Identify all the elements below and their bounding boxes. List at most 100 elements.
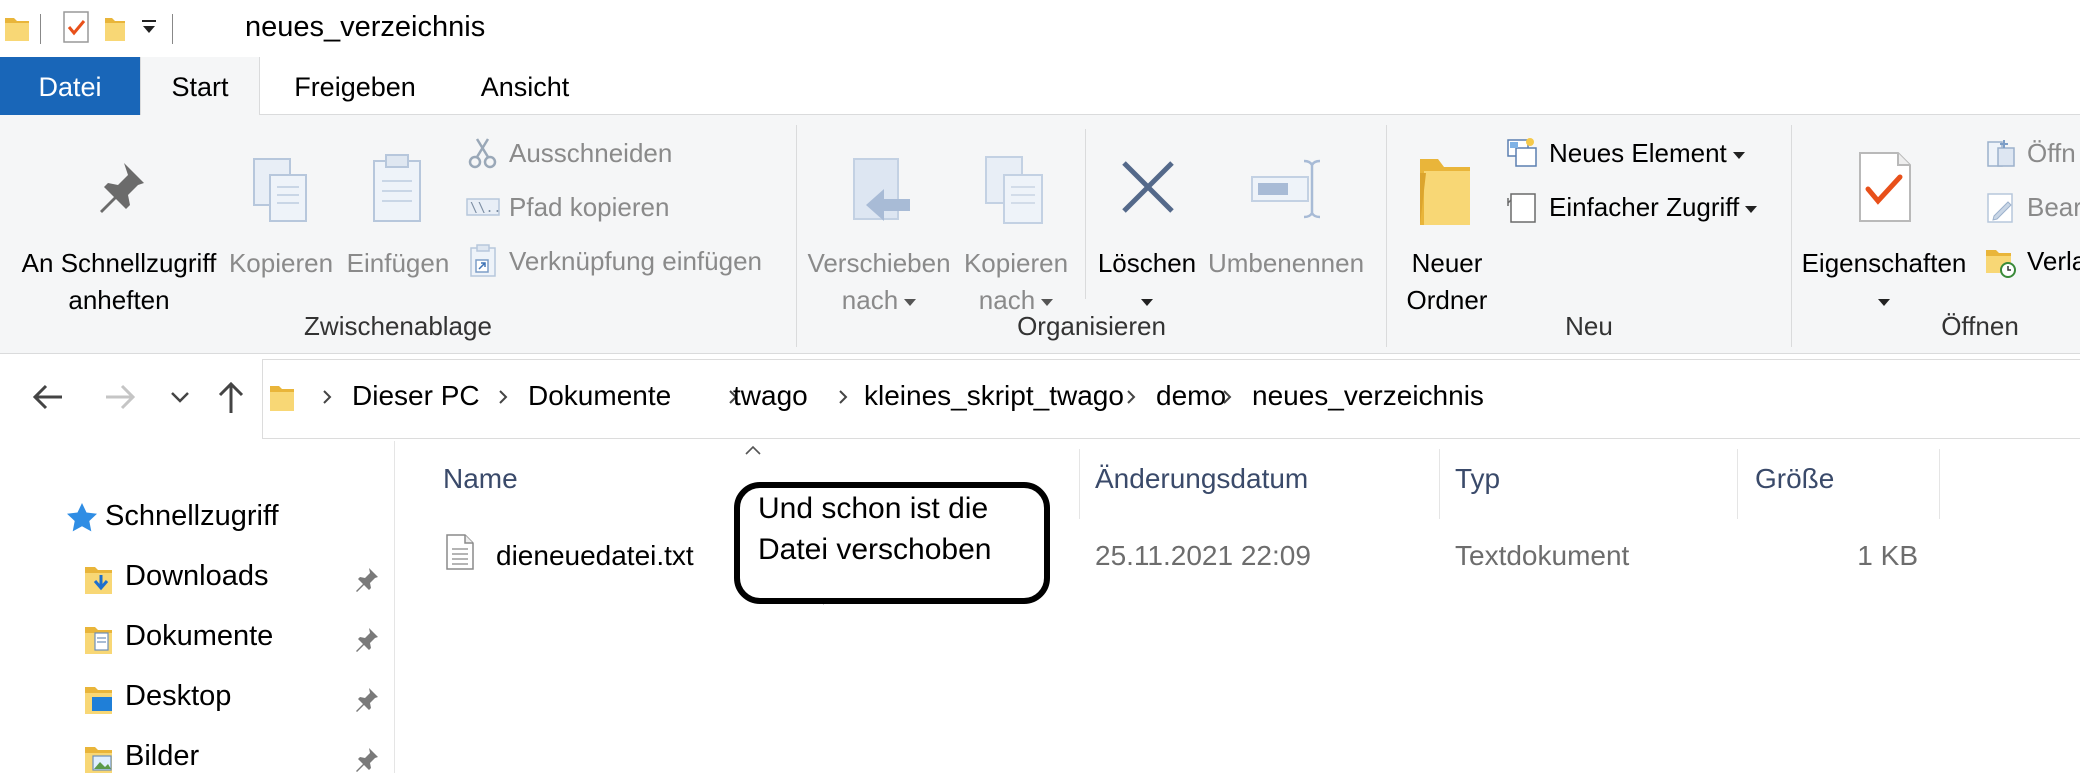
downloads-folder-icon	[85, 567, 112, 594]
delete-label: Löschen	[1097, 248, 1197, 278]
chevron-down-icon	[1732, 151, 1745, 159]
breadcrumb-documents[interactable]: Dokumente	[528, 380, 671, 412]
navigation-pane: Schnellzugriff Downloads Dokumente Deskt…	[0, 441, 395, 773]
text-file-icon	[446, 534, 474, 570]
easy-access-button[interactable]: Einfacher Zugriff	[1506, 188, 1786, 228]
copy-path-button[interactable]: \\.. Pfad kopieren	[466, 188, 796, 228]
easy-access-icon	[1507, 193, 1536, 223]
move-to-label-1: Verschieben	[807, 248, 951, 278]
paste-icon	[373, 154, 421, 222]
back-arrow-icon[interactable]	[28, 377, 68, 417]
pictures-folder-icon	[85, 747, 112, 773]
window-title: neues_verzeichnis	[245, 11, 486, 43]
breadcrumb-chevron-icon[interactable]	[496, 390, 510, 404]
open-button[interactable]: Öffn	[1984, 134, 2080, 174]
tab-start[interactable]: Start	[140, 57, 260, 116]
pin-icon[interactable]	[354, 746, 380, 772]
column-header-name[interactable]: Name	[443, 463, 518, 495]
tab-file[interactable]: Datei	[0, 57, 140, 115]
pin-to-quick-access-button[interactable]: An Schnellzugriff anheften	[14, 137, 224, 317]
breadcrumb-kleines-skript[interactable]: kleines_skript_twago	[864, 380, 1124, 412]
breadcrumb-chevron-icon[interactable]	[1220, 390, 1234, 404]
properties-label: Eigenschaften	[1801, 248, 1967, 278]
column-divider[interactable]	[1079, 449, 1080, 519]
pin-icon[interactable]	[354, 566, 380, 592]
column-header-size[interactable]: Größe	[1755, 463, 1834, 495]
copy-to-label-1: Kopieren	[963, 248, 1069, 278]
tab-share[interactable]: Freigeben	[270, 57, 440, 115]
up-arrow-icon[interactable]	[211, 377, 251, 417]
paste-shortcut-button[interactable]: Verknüpfung einfügen	[466, 242, 796, 282]
nav-item-desktop[interactable]: Desktop	[84, 680, 384, 720]
forward-arrow-icon[interactable]	[100, 377, 140, 417]
chevron-down-icon	[904, 298, 917, 306]
column-header-type[interactable]: Typ	[1455, 463, 1500, 495]
nav-label-pictures: Bilder	[125, 740, 200, 772]
nav-item-documents[interactable]: Dokumente	[84, 620, 384, 660]
column-header-date[interactable]: Änderungsdatum	[1095, 463, 1308, 495]
delete-x-icon	[1122, 161, 1174, 213]
breadcrumb-chevron-icon[interactable]	[836, 390, 850, 404]
properties-button[interactable]: Eigenschaften	[1798, 137, 1970, 317]
group-label-open: Öffnen	[1941, 311, 2019, 341]
breadcrumb-neues-verzeichnis[interactable]: neues_verzeichnis	[1252, 380, 1484, 412]
group-label-organize: Organisieren	[1017, 311, 1166, 341]
file-type: Textdokument	[1455, 540, 1630, 571]
delete-button[interactable]: Löschen	[1092, 137, 1202, 317]
cut-button[interactable]: Ausschneiden	[466, 134, 796, 174]
file-name[interactable]: dieneuedatei.txt	[496, 540, 694, 572]
nav-label-downloads: Downloads	[125, 560, 269, 592]
column-divider[interactable]	[1939, 449, 1940, 519]
copy-path-label: Pfad kopieren	[509, 192, 670, 222]
breadcrumb-chevron-icon[interactable]	[1124, 390, 1138, 404]
scissors-icon	[468, 138, 497, 169]
new-item-label: Neues Element	[1549, 138, 1727, 168]
separator	[40, 14, 41, 44]
paste-button[interactable]: Einfügen	[340, 137, 456, 317]
file-list: Name Änderungsdatum Typ Größe dieneuedat…	[396, 441, 2080, 773]
new-folder-button[interactable]: Neuer Ordner	[1394, 137, 1500, 317]
quick-access-label: Schnellzugriff	[105, 500, 279, 532]
tab-view[interactable]: Ansicht	[450, 57, 600, 115]
paste-label: Einfügen	[346, 248, 450, 278]
copy-icon	[253, 158, 307, 222]
navigation-bar: Dieser PC Dokumente twago kleines_skript…	[0, 355, 2080, 441]
recent-locations-chevron-icon[interactable]	[160, 377, 200, 417]
edit-button[interactable]: Bear	[1984, 188, 2080, 228]
nav-item-pictures[interactable]: Bilder	[84, 740, 384, 773]
rename-button[interactable]: Umbenennen	[1204, 137, 1368, 317]
breadcrumb-demo[interactable]: demo	[1156, 380, 1226, 412]
copy-to-icon	[985, 156, 1043, 224]
copy-to-button[interactable]: Kopieren nach	[958, 137, 1074, 317]
address-bar[interactable]: Dieser PC Dokumente twago kleines_skript…	[262, 359, 2080, 439]
column-divider[interactable]	[1439, 449, 1440, 519]
ribbon-tab-bar: Datei Start Freigeben Ansicht	[0, 57, 2080, 116]
file-date: 25.11.2021 22:09	[1095, 540, 1311, 571]
speech-bubble-text: Und schon ist die Datei verschoben	[758, 492, 992, 566]
file-size: 1 KB	[1857, 540, 1918, 571]
breadcrumb-this-pc[interactable]: Dieser PC	[352, 380, 480, 412]
rename-label: Umbenennen	[1207, 248, 1365, 278]
pin-icon[interactable]	[354, 686, 380, 712]
move-to-button[interactable]: Verschieben nach	[804, 137, 954, 317]
breadcrumb-twago[interactable]: twago	[733, 380, 808, 412]
new-item-label-wrap: Neues Element	[1549, 136, 1745, 170]
properties-quick-icon[interactable]	[62, 10, 90, 44]
paste-shortcut-label: Verknüpfung einfügen	[509, 246, 762, 276]
pin-icon[interactable]	[354, 626, 380, 652]
svg-text:\\..: \\..	[470, 201, 500, 216]
folder-icon	[270, 386, 294, 411]
new-item-button[interactable]: Neues Element	[1506, 134, 1786, 174]
ribbon-start: An Schnellzugriff anheften Kopieren Einf…	[0, 115, 2080, 354]
copy-button[interactable]: Kopieren	[226, 137, 336, 317]
speech-bubble: Und schon ist die Datei verschoben	[734, 482, 1050, 604]
history-icon	[1986, 250, 2016, 278]
edit-label: Bear	[2027, 192, 2080, 222]
history-button[interactable]: Verla	[1984, 242, 2080, 282]
nav-label-desktop: Desktop	[125, 680, 232, 712]
nav-item-downloads[interactable]: Downloads	[84, 560, 384, 600]
new-folder-quick-icon[interactable]	[104, 12, 126, 44]
column-divider[interactable]	[1737, 449, 1738, 519]
customize-quick-access-icon[interactable]	[140, 18, 158, 36]
breadcrumb-chevron-icon[interactable]	[320, 390, 334, 404]
